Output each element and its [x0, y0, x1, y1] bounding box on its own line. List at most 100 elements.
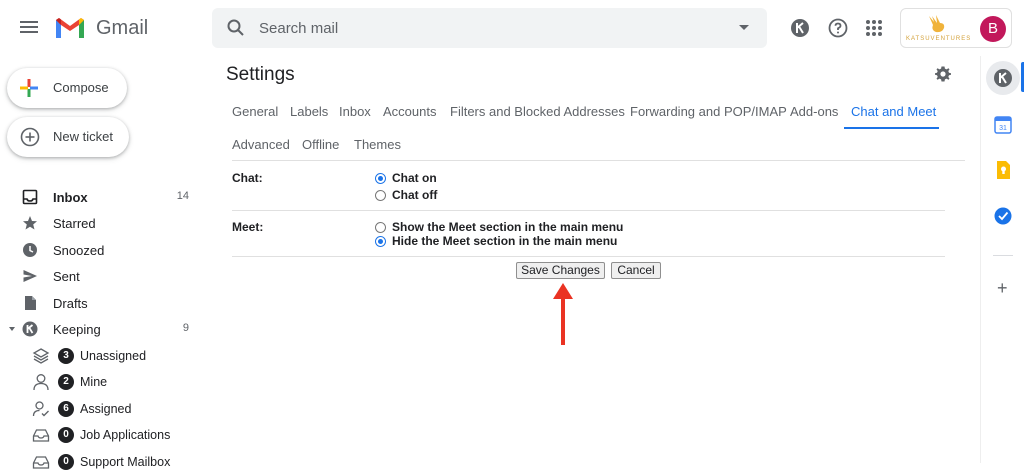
keeping-item-job-applications[interactable]: 0 Job Applications	[0, 422, 212, 448]
brand-logo-icon	[929, 15, 945, 33]
svg-text:31: 31	[999, 125, 1007, 132]
keeping-icon	[22, 321, 38, 337]
tray-icon	[32, 429, 50, 442]
sidebar-item-inbox[interactable]: Inbox 14	[0, 184, 212, 210]
sidebar-item-label: Inbox	[53, 190, 88, 205]
keeping-item-label: Mine	[80, 375, 108, 389]
sidebar-item-label: Sent	[53, 269, 80, 284]
calendar-icon[interactable]: 31	[993, 115, 1013, 135]
sidebar-item-snoozed[interactable]: Snoozed	[0, 237, 212, 263]
meet-setting-label: Meet:	[232, 220, 264, 234]
show-meet-label[interactable]: Show the Meet section in the main menu	[392, 220, 623, 234]
hide-meet-label[interactable]: Hide the Meet section in the main menu	[392, 234, 617, 248]
keeping-icon[interactable]	[993, 68, 1013, 88]
tab-advanced[interactable]: Advanced	[232, 137, 290, 152]
new-ticket-button[interactable]: New ticket	[7, 117, 129, 157]
search-input[interactable]: Search mail	[259, 20, 338, 37]
search-options-icon[interactable]	[739, 25, 749, 30]
tab-offline[interactable]: Offline	[302, 137, 339, 152]
count-badge: 0	[58, 454, 74, 470]
sidebar-item-label: Starred	[53, 216, 96, 231]
tasks-icon[interactable]	[993, 206, 1013, 226]
menu-icon[interactable]	[20, 18, 40, 36]
sidebar-item-starred[interactable]: Starred	[0, 210, 212, 236]
sidebar-item-sent[interactable]: Sent	[0, 263, 212, 289]
top-bar: Gmail Search mail KATSUVENTURES B	[0, 0, 1024, 56]
hide-meet-radio[interactable]	[375, 236, 386, 247]
search-icon[interactable]	[226, 18, 246, 38]
send-icon	[23, 270, 37, 282]
row-divider	[232, 256, 945, 257]
tab-accounts[interactable]: Accounts	[383, 104, 436, 119]
active-tab-indicator	[844, 127, 939, 129]
inbox-icon	[22, 189, 38, 205]
settings-panel: Settings General Labels Inbox Accounts F…	[212, 56, 980, 463]
person-check-icon	[32, 401, 49, 417]
page-title: Settings	[226, 64, 295, 85]
cancel-button[interactable]: Cancel	[611, 262, 661, 279]
keep-icon[interactable]	[993, 160, 1013, 180]
compose-plus-icon	[20, 79, 38, 97]
layers-icon	[32, 348, 50, 364]
tab-forwarding[interactable]: Forwarding and POP/IMAP	[630, 104, 787, 119]
sidebar-item-label: Keeping	[53, 322, 101, 337]
keeping-icon[interactable]	[790, 18, 810, 38]
tab-chat-and-meet[interactable]: Chat and Meet	[851, 104, 936, 119]
count-badge: 2	[58, 374, 74, 390]
app-name: Gmail	[96, 17, 149, 39]
keeping-item-support-mailbox[interactable]: 0 Support Mailbox	[0, 449, 212, 475]
gmail-logo[interactable]	[54, 16, 86, 40]
apps-icon[interactable]	[864, 18, 884, 38]
account-brand[interactable]: KATSUVENTURES B	[900, 8, 1012, 48]
annotation-arrow-icon	[553, 283, 573, 345]
compose-button[interactable]: Compose	[7, 68, 127, 108]
sidebar-item-keeping[interactable]: Keeping 9	[0, 316, 212, 342]
collapse-arrow-icon[interactable]	[9, 327, 15, 331]
count-badge: 3	[58, 348, 74, 364]
draft-icon	[25, 296, 36, 310]
compose-label: Compose	[53, 80, 109, 95]
keeping-item-mine[interactable]: 2 Mine	[0, 369, 212, 395]
keeping-item-assigned[interactable]: 6 Assigned	[0, 396, 212, 422]
gear-icon[interactable]	[934, 65, 952, 83]
add-addon-icon[interactable]: +	[997, 278, 1008, 299]
tabs-divider	[232, 160, 965, 161]
avatar[interactable]: B	[980, 16, 1006, 42]
chat-on-label[interactable]: Chat on	[392, 171, 437, 185]
keeping-item-unassigned[interactable]: 3 Unassigned	[0, 343, 212, 369]
chat-off-radio[interactable]	[375, 190, 386, 201]
help-icon[interactable]	[828, 18, 848, 38]
sidebar-item-drafts[interactable]: Drafts	[0, 290, 212, 316]
star-icon	[23, 216, 37, 230]
panel-divider	[993, 255, 1013, 256]
tab-addons[interactable]: Add-ons	[790, 104, 838, 119]
sidebar-item-label: Snoozed	[53, 243, 105, 258]
keeping-item-label: Unassigned	[80, 349, 147, 363]
unread-count: 14	[176, 190, 189, 202]
keeping-item-label: Job Applications	[80, 428, 171, 442]
clock-icon	[23, 243, 37, 257]
keeping-item-label: Assigned	[80, 402, 132, 416]
sidebar-item-label: Drafts	[53, 296, 88, 311]
tab-filters[interactable]: Filters and Blocked Addresses	[450, 104, 625, 119]
chat-off-label[interactable]: Chat off	[392, 188, 437, 202]
row-divider	[232, 210, 945, 211]
new-ticket-label: New ticket	[53, 129, 113, 144]
tray-icon	[32, 456, 50, 469]
count-badge: 0	[58, 427, 74, 443]
show-meet-radio[interactable]	[375, 222, 386, 233]
save-changes-button[interactable]: Save Changes	[516, 262, 605, 279]
search-bar[interactable]: Search mail	[212, 8, 767, 48]
add-circle-icon	[20, 127, 40, 147]
person-icon	[33, 374, 49, 391]
tab-labels[interactable]: Labels	[290, 104, 328, 119]
tab-general[interactable]: General	[232, 104, 278, 119]
tab-themes[interactable]: Themes	[354, 137, 401, 152]
chat-on-radio[interactable]	[375, 173, 386, 184]
side-panel: 31 +	[980, 56, 1024, 463]
tab-inbox[interactable]: Inbox	[339, 104, 371, 119]
sidebar: Compose New ticket Inbox 14 Starred Snoo…	[0, 56, 212, 470]
keeping-item-label: Support Mailbox	[80, 455, 171, 469]
chat-setting-label: Chat:	[232, 171, 263, 185]
brand-name: KATSUVENTURES	[906, 36, 972, 42]
